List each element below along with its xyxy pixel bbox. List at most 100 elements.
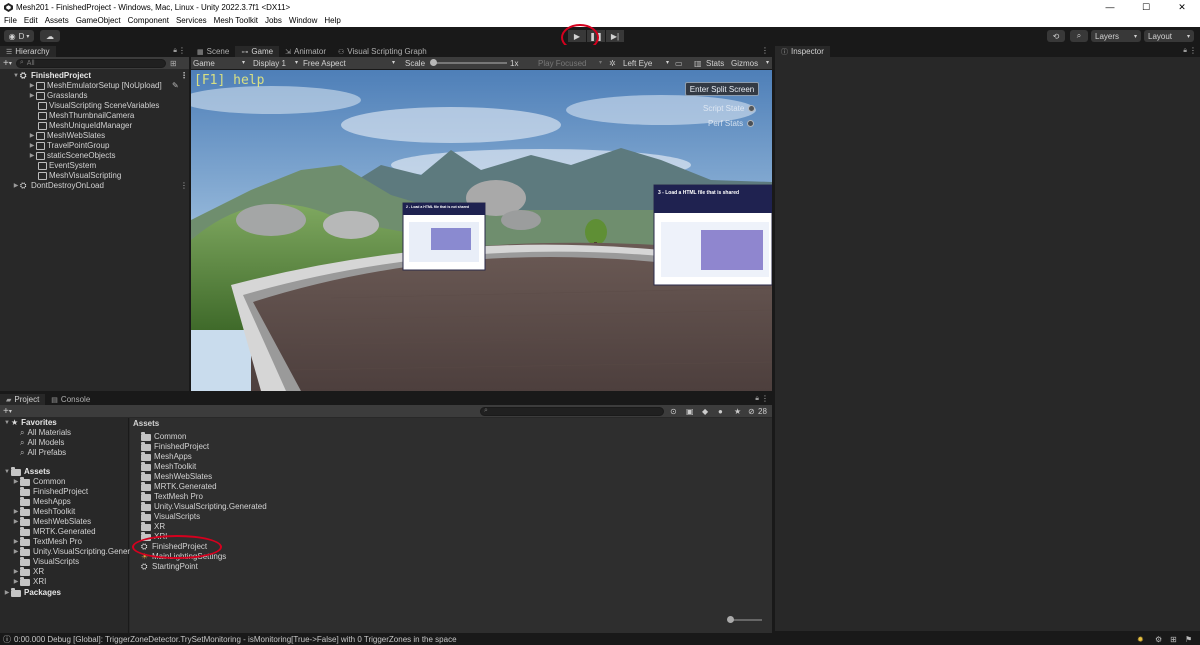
cloud-button[interactable]: ☁ (40, 30, 60, 42)
icon-size-slider-thumb[interactable] (727, 616, 734, 623)
expand-arrow-icon[interactable]: ▼ (3, 418, 11, 428)
lock-icon[interactable]: 🔒︎ (173, 47, 177, 55)
tab-project[interactable]: ▰ Project (0, 394, 46, 405)
tab-hierarchy[interactable]: ☰ Hierarchy (0, 46, 56, 57)
game-mode-dropdown[interactable]: Game ▾ (193, 59, 245, 68)
expand-arrow-icon[interactable]: ▶ (3, 588, 11, 598)
tab-game[interactable]: ⊶ Game (235, 46, 280, 57)
expand-arrow-icon[interactable]: ▶ (28, 141, 36, 151)
hierarchy-item-meshthumbnailcamera[interactable]: MeshThumbnailCamera (38, 111, 134, 121)
expand-arrow-icon[interactable]: ▼ (3, 467, 11, 477)
tree-folder-common[interactable]: ▶ Common (12, 476, 65, 487)
asset-folder-xr[interactable]: XR (141, 521, 165, 532)
favorite-star-icon[interactable]: ★ (734, 407, 741, 416)
hierarchy-item-dontdestroyonload[interactable]: ▶ ⛭ DontDestroyOnLoad ⋮ (14, 181, 188, 191)
expand-arrow-icon[interactable]: ▶ (12, 181, 20, 191)
asset-folder-meshapps[interactable]: MeshApps (141, 451, 192, 462)
expand-arrow-icon[interactable]: ▶ (12, 477, 20, 487)
asset-folder-finishedproject[interactable]: FinishedProject (141, 441, 209, 452)
hierarchy-search-input[interactable]: ⌕ All (15, 58, 166, 68)
expand-arrow-icon[interactable]: ▶ (12, 537, 20, 547)
tree-favorite-item[interactable]: ⌕ All Prefabs (20, 448, 66, 458)
debug-icon[interactable]: ⚑ (1185, 635, 1192, 644)
hierarchy-item-grasslands[interactable]: ▶ Grasslands (30, 91, 87, 101)
play-focused-dropdown[interactable]: Play Focused ▾ (538, 59, 602, 68)
icon-size-slider[interactable] (727, 616, 762, 623)
kebab-menu-icon[interactable]: ⋮ (180, 181, 188, 191)
hierarchy-item-visualscripting-scenevariables[interactable]: VisualScripting SceneVariables (38, 101, 159, 111)
scale-slider-thumb[interactable] (430, 59, 437, 66)
asset-folder-common[interactable]: Common (141, 431, 186, 442)
search-button[interactable]: ⌕ (1070, 30, 1088, 42)
toggle-circle-icon[interactable] (748, 105, 756, 112)
lighting-bulb-icon[interactable]: ✹ (1137, 635, 1144, 644)
tag-icon[interactable]: ◆ (702, 407, 708, 416)
hierarchy-item-meshwebslates[interactable]: ▶ MeshWebSlates (30, 131, 105, 141)
tab-visual-scripting-graph[interactable]: ⚇ Visual Scripting Graph (332, 46, 433, 57)
search-options-icon[interactable]: ⊞ (170, 59, 177, 68)
maximize-button[interactable]: ☐ (1128, 0, 1164, 14)
minimize-button[interactable]: — (1092, 0, 1128, 14)
breadcrumb[interactable]: Assets (133, 419, 159, 428)
expand-arrow-icon[interactable]: ▶ (12, 547, 20, 557)
audio-mute-icon[interactable]: ✲ (609, 59, 616, 68)
tree-packages[interactable]: ▶ Packages (3, 587, 61, 598)
asset-scene-startingpoint[interactable]: ⛭ StartingPoint (141, 562, 198, 572)
menu-gameobject[interactable]: GameObject (76, 16, 121, 25)
project-search-input[interactable]: ⌕ (480, 406, 664, 416)
gizmos-dropdown[interactable]: Gizmos ▾ (731, 59, 769, 68)
info-icon[interactable]: ● (718, 407, 723, 416)
layout-dropdown[interactable]: Layout ▾ (1144, 30, 1194, 42)
tree-folder-xr[interactable]: ▶ XR (12, 566, 44, 577)
tab-scene[interactable]: ▦ Scene (191, 46, 236, 57)
asset-folder-meshtoolkit[interactable]: MeshToolkit (141, 461, 196, 472)
asset-folder-mrtk-generated[interactable]: MRTK.Generated (141, 481, 217, 492)
status-message[interactable]: 0:00.000 Debug [Global]: TriggerZoneDete… (14, 635, 457, 644)
asset-folder-visualscripts[interactable]: VisualScripts (141, 511, 200, 522)
expand-arrow-icon[interactable]: ▶ (28, 131, 36, 141)
expand-arrow-icon[interactable]: ▶ (12, 577, 20, 587)
tree-favorite-item[interactable]: ⌕ All Models (20, 438, 64, 448)
tree-folder-finishedproject[interactable]: FinishedProject (20, 486, 88, 497)
history-button[interactable]: ⟲ (1047, 30, 1065, 42)
expand-arrow-icon[interactable]: ▼ (12, 71, 20, 81)
tree-folder-meshtoolkit[interactable]: ▶ MeshToolkit (12, 506, 75, 517)
close-button[interactable]: ✕ (1164, 0, 1200, 14)
menu-window[interactable]: Window (289, 16, 317, 25)
game-view-render[interactable]: [F1] help Enter Split Screen Script Stat… (191, 70, 772, 391)
scale-slider-track[interactable] (430, 59, 507, 66)
asset-folder-textmesh-pro[interactable]: TextMesh Pro (141, 491, 203, 502)
expand-arrow-icon[interactable]: ▶ (12, 517, 20, 527)
kebab-menu-icon[interactable]: ⋮ (761, 394, 769, 403)
tree-folder-meshwebslates[interactable]: ▶ MeshWebSlates (12, 516, 91, 527)
menu-edit[interactable]: Edit (24, 16, 38, 25)
network-icon[interactable]: ⊞ (1170, 635, 1177, 644)
hierarchy-item-eventsystem[interactable]: EventSystem (38, 161, 96, 171)
tree-favorite-item[interactable]: ⌕ All Materials (20, 428, 71, 438)
menu-services[interactable]: Services (176, 16, 207, 25)
menu-mesh-toolkit[interactable]: Mesh Toolkit (214, 16, 258, 25)
kebab-menu-icon[interactable]: ⋮ (178, 46, 186, 55)
hierarchy-item-meshemulatorsetup[interactable]: ▶ MeshEmulatorSetup [NoUpload] ✎ (30, 81, 179, 91)
kebab-menu-icon[interactable]: ⋮ (761, 46, 769, 55)
toggle-circle-icon[interactable] (747, 120, 755, 127)
enter-split-screen-button[interactable]: Enter Split Screen (685, 82, 759, 96)
vr-headset-icon[interactable]: ▭ (675, 59, 683, 68)
display-dropdown[interactable]: Display 1 ▾ (253, 59, 298, 68)
lock-icon[interactable]: 🔒︎ (755, 395, 759, 403)
perf-stats-toggle[interactable]: Perf Stats (708, 119, 755, 128)
tree-folder-xri[interactable]: ▶ XRI (12, 576, 46, 587)
menu-component[interactable]: Component (128, 16, 169, 25)
hierarchy-item-finishedproject[interactable]: ▼ ⛭ FinishedProject ⋮ (13, 71, 188, 81)
search-by-type-icon[interactable]: ⊙ (670, 407, 677, 416)
kebab-menu-icon[interactable]: ⋮ (1189, 46, 1197, 55)
stats-toggle[interactable]: Stats (706, 59, 724, 68)
hierarchy-item-staticsceneobjects[interactable]: ▶ staticSceneObjects (30, 151, 115, 161)
hierarchy-item-meshuniqueidmanager[interactable]: MeshUniqueIdManager (38, 121, 132, 131)
chevron-down-icon[interactable]: ▾ (9, 60, 12, 67)
tree-folder-meshapps[interactable]: MeshApps (20, 496, 71, 507)
settings-cog-icon[interactable]: ⚙ (1155, 635, 1162, 644)
tree-folder-visualscripts[interactable]: VisualScripts (20, 556, 79, 567)
account-dropdown[interactable]: ◉ D ▾ (4, 30, 34, 42)
tree-folder-unity-visualscripting[interactable]: ▶ Unity.VisualScripting.Genera (12, 546, 133, 557)
